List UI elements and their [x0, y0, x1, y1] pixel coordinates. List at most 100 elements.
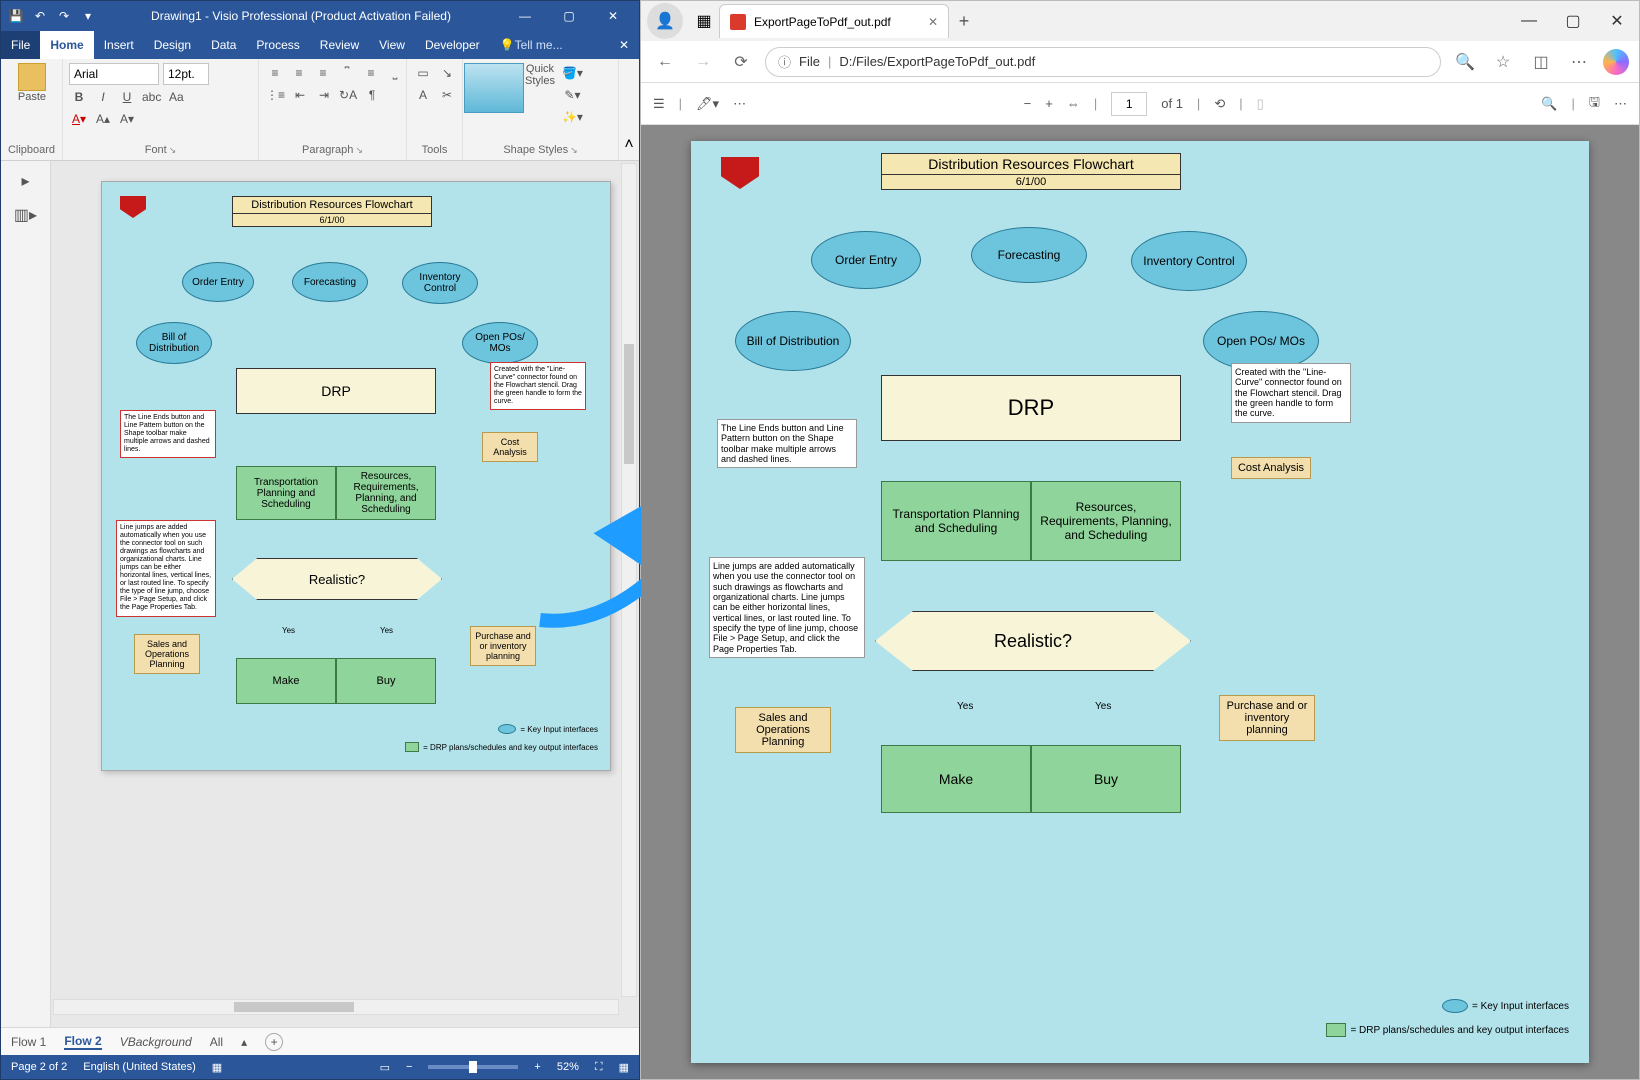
split-screen-icon[interactable]: ◫	[1527, 48, 1555, 76]
connector-tool-button[interactable]: ↘	[437, 63, 457, 83]
align-left-button[interactable]: ≡	[265, 63, 285, 83]
quick-styles-button[interactable]	[469, 63, 519, 113]
align-middle-button[interactable]: ≡	[361, 63, 381, 83]
rotate-icon[interactable]: ⟲	[1214, 96, 1225, 112]
new-tab-button[interactable]: +	[949, 6, 979, 36]
tab-developer[interactable]: Developer	[415, 31, 490, 59]
close-button[interactable]: ✕	[593, 5, 633, 27]
add-page-button[interactable]: +	[265, 1033, 283, 1051]
paste-button[interactable]: Paste	[7, 63, 57, 103]
save-pdf-icon[interactable]: 🖫	[1589, 93, 1600, 115]
align-top-button[interactable]: ⎴	[337, 63, 357, 83]
favorite-button[interactable]: ☆	[1489, 48, 1517, 76]
status-language[interactable]: English (United States)	[83, 1061, 196, 1073]
font-color-button[interactable]: A▾	[69, 109, 89, 129]
tab-process[interactable]: Process	[246, 31, 309, 59]
fit-page-icon[interactable]: ⛶	[595, 1061, 603, 1074]
text-tool-button[interactable]: A	[413, 85, 433, 105]
find-icon[interactable]: 🔍	[1541, 96, 1557, 112]
tab-home[interactable]: Home	[40, 31, 93, 59]
align-center-button[interactable]: ≡	[289, 63, 309, 83]
tab-review[interactable]: Review	[310, 31, 369, 59]
page-tab-flow2[interactable]: Flow 2	[64, 1034, 101, 1050]
refresh-button[interactable]: ⟳	[727, 48, 755, 76]
page-tab-dropdown-icon[interactable]: ▴	[241, 1035, 247, 1049]
workspaces-icon[interactable]: ▦	[689, 11, 719, 31]
undo-icon[interactable]: ↶	[31, 7, 49, 25]
font-size-combo[interactable]	[163, 63, 209, 85]
zoom-slider[interactable]	[428, 1065, 518, 1069]
profile-icon[interactable]: 👤	[647, 3, 683, 39]
hscroll-thumb[interactable]	[234, 1002, 354, 1012]
canvas[interactable]: Distribution Resources Flowchart 6/1/00 …	[51, 161, 639, 1027]
edge-minimize-button[interactable]: ―	[1507, 1, 1551, 41]
indent-inc-button[interactable]: ⇥	[314, 85, 334, 105]
pdf-viewport[interactable]: Distribution Resources Flowchart 6/1/00 …	[641, 125, 1639, 1079]
edge-close-button[interactable]: ✕	[1595, 1, 1639, 41]
expand-shapes-icon[interactable]: ▸	[21, 171, 29, 191]
italic-button[interactable]: I	[93, 87, 113, 107]
tab-view[interactable]: View	[369, 31, 415, 59]
grow-font-button[interactable]: A▴	[93, 109, 113, 129]
rotate-text-button[interactable]: ↻A	[338, 85, 358, 105]
page-tab-flow1[interactable]: Flow 1	[11, 1035, 46, 1049]
maximize-button[interactable]: ▢	[549, 5, 589, 27]
qat-more-icon[interactable]: ▾	[79, 7, 97, 25]
align-right-button[interactable]: ≡	[313, 63, 333, 83]
site-info-icon[interactable]: ⓘ	[778, 52, 791, 71]
browser-tab[interactable]: ExportPageToPdf_out.pdf ✕	[719, 4, 949, 38]
macro-record-icon[interactable]: ▦	[212, 1061, 222, 1074]
zoom-in-button[interactable]: +	[534, 1061, 540, 1073]
fit-width-icon[interactable]: ⇔	[1067, 96, 1080, 111]
edge-maximize-button[interactable]: ▢	[1551, 1, 1595, 41]
bold-button[interactable]: B	[69, 87, 89, 107]
crop-tool-button[interactable]: ✂	[437, 85, 457, 105]
ribbon-collapse-button[interactable]: ˄	[619, 59, 639, 160]
shapes-toggle-icon[interactable]: ▥▸	[14, 205, 37, 225]
pan-zoom-icon[interactable]: ▦	[619, 1061, 629, 1074]
pdf-zoom-in-button[interactable]: +	[1045, 96, 1053, 111]
pointer-tool-button[interactable]: ▭	[413, 63, 433, 83]
contents-icon[interactable]: ☰	[653, 96, 665, 112]
zoom-level[interactable]: 52%	[557, 1061, 579, 1073]
zoom-indicator-icon[interactable]: 🔍	[1451, 48, 1479, 76]
drawing-page[interactable]: Distribution Resources Flowchart 6/1/00 …	[101, 181, 611, 771]
address-bar[interactable]: ⓘ File | D:/Files/ExportPageToPdf_out.pd…	[765, 47, 1441, 77]
pdf-more-icon[interactable]: ⋯	[1614, 96, 1627, 112]
font-name-combo[interactable]	[69, 63, 159, 85]
tab-design[interactable]: Design	[144, 31, 201, 59]
collapse-ribbon-icon[interactable]: ✕	[609, 38, 639, 52]
line-button[interactable]: ✎▾	[561, 85, 584, 105]
tell-me[interactable]: 💡 Tell me...	[490, 31, 573, 59]
vscroll-thumb[interactable]	[624, 344, 634, 464]
draw-icon[interactable]: 🖊▾	[696, 96, 719, 112]
shapes-pane-collapsed[interactable]: ▸ ▥▸	[1, 161, 51, 1027]
paragraph-dialog-launcher[interactable]: ↘	[355, 145, 363, 155]
tab-insert[interactable]: Insert	[94, 31, 144, 59]
redo-icon[interactable]: ↷	[55, 7, 73, 25]
align-bottom-button[interactable]: ⎵	[385, 63, 405, 83]
tab-data[interactable]: Data	[201, 31, 246, 59]
presentation-mode-icon[interactable]: ▭	[380, 1061, 390, 1074]
underline-button[interactable]: U	[117, 87, 137, 107]
more-tools-icon[interactable]: ⋯	[733, 96, 746, 112]
paragraph-mark-button[interactable]: ¶	[362, 85, 382, 105]
pdf-zoom-out-button[interactable]: −	[1024, 96, 1032, 111]
shape-dialog-launcher[interactable]: ↘	[570, 145, 578, 155]
settings-menu-button[interactable]: ⋯	[1565, 48, 1593, 76]
indent-dec-button[interactable]: ⇤	[290, 85, 310, 105]
page-number-input[interactable]	[1111, 92, 1147, 116]
bullets-button[interactable]: ⋮≡	[265, 85, 286, 105]
strike-button[interactable]: abc	[141, 87, 162, 107]
shrink-font-button[interactable]: A▾	[117, 109, 137, 129]
page-tab-vbackground[interactable]: VBackground	[120, 1035, 192, 1049]
text-effects-button[interactable]: Aa	[166, 87, 186, 107]
minimize-button[interactable]: ―	[505, 5, 545, 27]
zoom-out-button[interactable]: −	[406, 1061, 412, 1073]
back-button[interactable]: ←	[651, 48, 679, 76]
save-icon[interactable]: 💾	[7, 7, 25, 25]
vertical-scrollbar[interactable]	[621, 163, 637, 997]
copilot-icon[interactable]	[1603, 49, 1629, 75]
effects-button[interactable]: ✨▾	[561, 107, 584, 127]
horizontal-scrollbar[interactable]	[53, 999, 619, 1015]
